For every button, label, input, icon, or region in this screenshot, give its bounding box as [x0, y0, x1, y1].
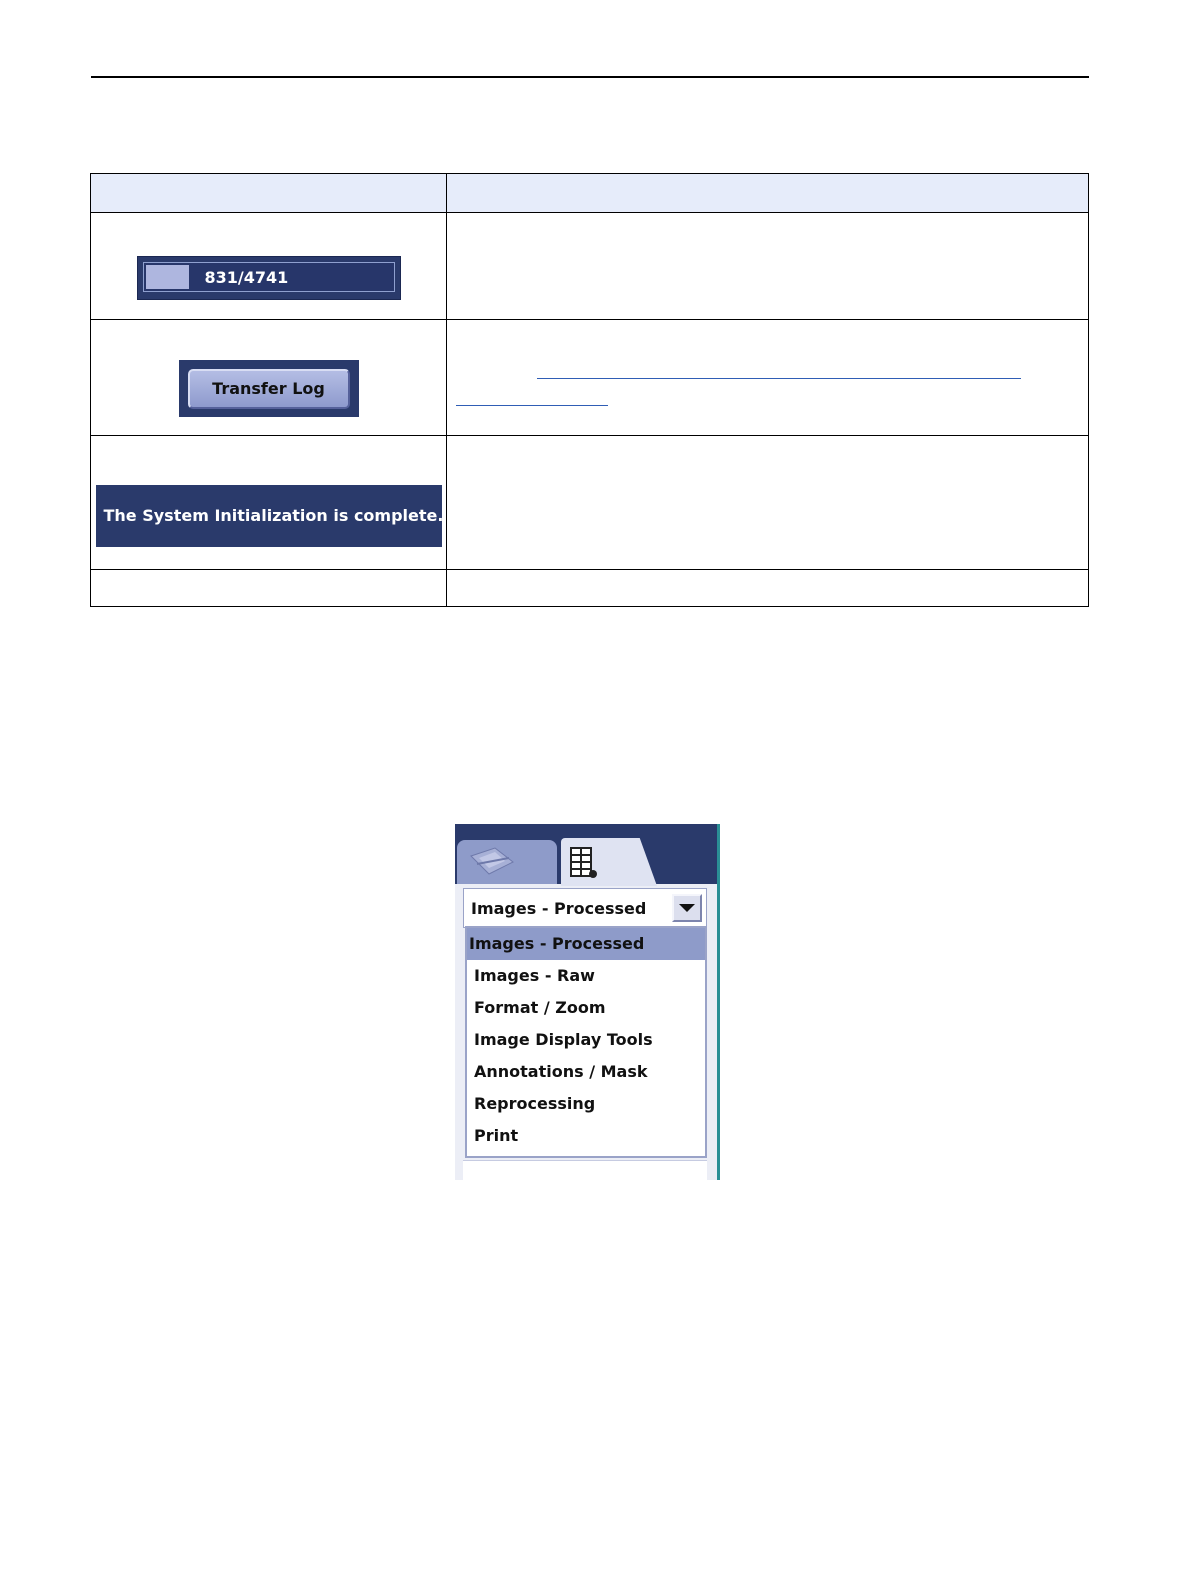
tab-tools[interactable] [457, 840, 557, 884]
view-mode-selected-value: Images - Processed [471, 899, 647, 918]
layout-grid-icon [570, 847, 597, 878]
hyperlink-underline[interactable] [537, 378, 1021, 379]
row3-description-cell [446, 435, 1089, 570]
table-row: 831/4741 [90, 212, 1089, 320]
row4-description-cell [446, 569, 1089, 607]
dropdown-toggle-button[interactable] [672, 894, 702, 922]
view-mode-select[interactable]: Images - Processed [463, 888, 707, 928]
option-images-raw[interactable]: Images - Raw [467, 960, 705, 992]
hyperlink-underline[interactable] [456, 405, 608, 406]
viewer-tool-panel: Images - Processed Images - Processed Im… [455, 824, 720, 1180]
panel-edge [717, 824, 720, 1180]
option-print[interactable]: Print [467, 1120, 705, 1152]
option-annotations-mask[interactable]: Annotations / Mask [467, 1056, 705, 1088]
transfer-log-button[interactable]: Transfer Log [187, 368, 350, 409]
view-mode-options-list: Images - Processed Images - Raw Format /… [465, 926, 707, 1158]
option-images-processed[interactable]: Images - Processed [467, 928, 705, 960]
header-cell-description [446, 173, 1089, 213]
row2-item-cell: Transfer Log [90, 319, 447, 436]
transfer-progress-bar: 831/4741 [136, 256, 401, 300]
info-table: 831/4741 Transfer Log The System Initial… [90, 173, 1089, 607]
table-header-row [90, 173, 1089, 213]
row3-item-cell: The System Initialization is complete. [90, 435, 447, 570]
row1-item-cell: 831/4741 [90, 212, 447, 320]
row1-description-cell [446, 212, 1089, 320]
tools-tab-icon [470, 847, 514, 875]
header-rule [91, 76, 1089, 78]
transfer-log-button-frame: Transfer Log [178, 360, 359, 417]
option-format-zoom[interactable]: Format / Zoom [467, 992, 705, 1024]
row4-item-cell [90, 569, 447, 607]
option-image-display-tools[interactable]: Image Display Tools [467, 1024, 705, 1056]
progress-counter: 831/4741 [204, 268, 289, 287]
panel-content-area [463, 1160, 707, 1180]
table-row: The System Initialization is complete. [90, 435, 1089, 570]
option-reprocessing[interactable]: Reprocessing [467, 1088, 705, 1120]
chevron-down-icon [679, 904, 695, 912]
table-row [90, 569, 1089, 607]
system-status-message: The System Initialization is complete. [95, 484, 442, 547]
header-cell-item [90, 173, 447, 213]
